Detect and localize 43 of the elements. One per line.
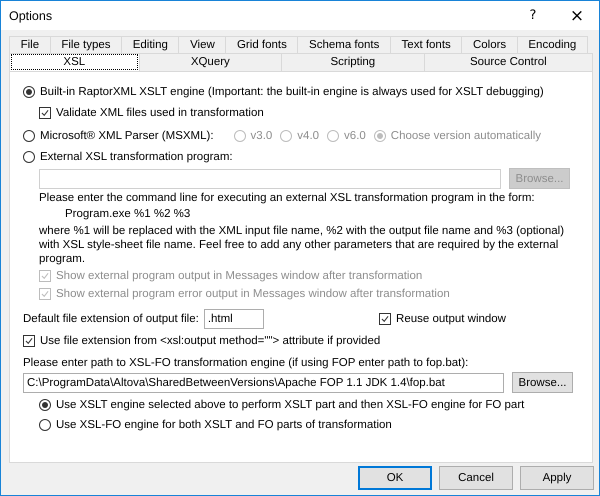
- window-title: Options: [9, 8, 54, 22]
- radio-button[interactable]: [39, 399, 51, 411]
- dialog-button[interactable]: Apply: [520, 466, 594, 490]
- dialog-button[interactable]: Cancel: [439, 466, 513, 490]
- checkbox[interactable]: [39, 106, 51, 118]
- example-command: Program.exe %1 %2 %3: [64, 207, 192, 221]
- radio-button[interactable]: [23, 130, 35, 142]
- radio-button[interactable]: [23, 150, 35, 162]
- help-text: Please enter the command line for executing an external XSL transformation program in the form:: [39, 191, 536, 205]
- radio-label: v6.0: [344, 130, 366, 142]
- dialog-button[interactable]: OK: [358, 466, 432, 490]
- radio-label: Use XSL-FO engine for both XSLT and FO parts of transformation: [56, 419, 392, 431]
- explanation-text: where %1 will be replaced with the XML input file name, %2 with the output file name and %3 (optional) with XSL style-sheet file name. Feel free to add any other parameters that are required by the external program.: [39, 224, 566, 266]
- checkbox-label: Validate XML files used in transformation: [56, 106, 264, 118]
- radio-label: v3.0: [250, 130, 272, 142]
- command-line-field[interactable]: [39, 168, 501, 188]
- browse-button[interactable]: Browse...: [512, 372, 573, 393]
- checkbox[interactable]: [379, 313, 392, 325]
- radio-label: Choose version automatically: [390, 130, 542, 142]
- tab[interactable]: XSL: [9, 53, 140, 71]
- tab[interactable]: Encoding: [516, 36, 588, 53]
- checkbox-label: Use file extension from <xsl:output method=""> attribute if provided: [40, 334, 380, 346]
- checkbox[interactable]: [23, 334, 35, 346]
- tab[interactable]: File types: [50, 36, 122, 53]
- tab[interactable]: Source Control: [424, 53, 594, 71]
- radio-label: Microsoft® XML Parser (MSXML):: [40, 130, 214, 142]
- checkbox-label: Show external program error output in Messages window after transformation: [56, 288, 450, 300]
- checkbox-label: Show external program output in Messages window after transformation: [56, 270, 422, 282]
- field-label: Please enter path to XSL-FO transformation engine (if using FOP enter path to fop.bat):: [23, 356, 470, 370]
- close-button[interactable]: ×: [555, 1, 599, 30]
- tab[interactable]: Editing: [121, 36, 180, 53]
- radio-label: Use XSLT engine selected above to perform XSLT part and then XSL-FO engine for FO part: [56, 399, 524, 411]
- radio-label: Built-in RaptorXML XSLT engine (Important: the built-in engine is always used for XSLT debugging): [40, 86, 544, 98]
- fo-path-field[interactable]: C:\ProgramData\Altova\SharedBetweenVersions\Apache FOP 1.1 JDK 1.4\fop.bat: [23, 372, 504, 392]
- checkbox-label: Reuse output window: [396, 313, 506, 325]
- tab[interactable]: File: [9, 36, 51, 53]
- radio-button[interactable]: [23, 86, 35, 98]
- radio-label: External XSL transformation program:: [40, 150, 233, 162]
- help-button[interactable]: ?: [511, 1, 555, 30]
- field-label: Default file extension of output file:: [23, 313, 199, 325]
- radio-label: v4.0: [297, 130, 320, 142]
- extension-field[interactable]: .html: [204, 309, 264, 329]
- radio-button[interactable]: [39, 419, 51, 431]
